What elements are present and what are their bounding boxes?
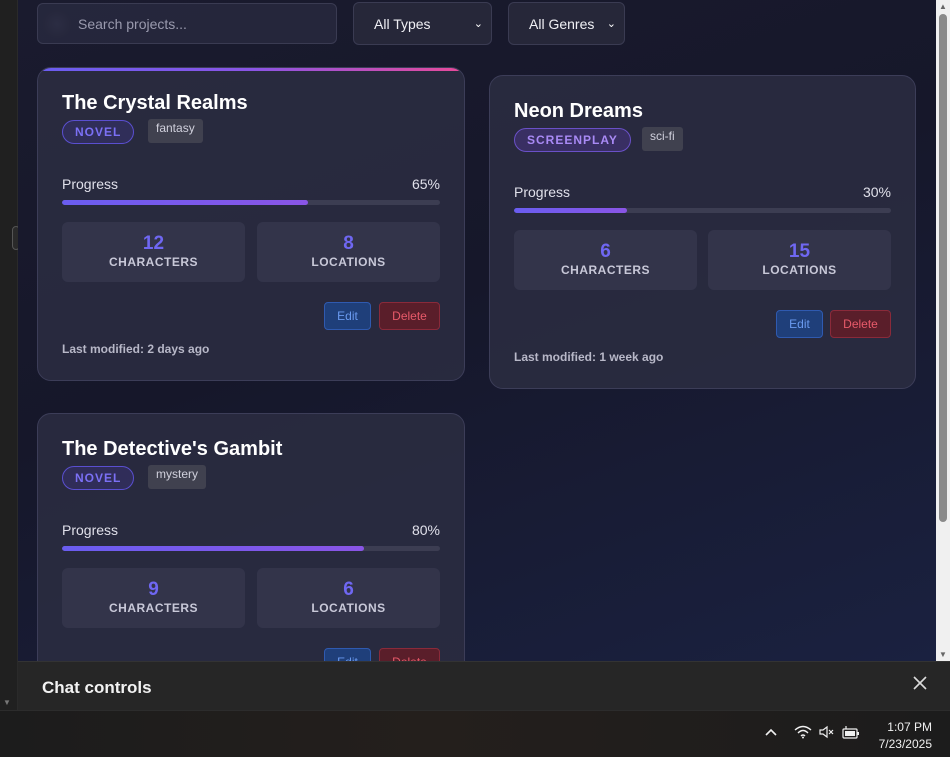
genre-filter-value: All Genres xyxy=(529,15,595,32)
progress-fill xyxy=(62,200,308,205)
characters-count: 12 xyxy=(142,233,165,254)
edit-button[interactable]: Edit xyxy=(324,648,371,661)
vertical-scrollbar[interactable]: ▲ ▼ xyxy=(936,0,950,661)
locations-count: 8 xyxy=(343,233,354,254)
progress-label: Progress xyxy=(514,184,571,200)
characters-stat: 12 CHARACTERS xyxy=(62,222,245,282)
clock-date[interactable]: 7/23/2025 xyxy=(879,737,932,751)
projects-viewport: All Types ⌄ All Genres ⌄ The Crystal Rea… xyxy=(18,0,936,661)
locations-count: 6 xyxy=(343,579,354,600)
locations-label: LOCATIONS xyxy=(311,601,386,615)
chevron-down-icon: ⌄ xyxy=(606,18,616,30)
left-rail: ▼ xyxy=(0,0,20,710)
project-title: The Detective's Gambit xyxy=(62,438,283,460)
chevron-down-icon: ⌄ xyxy=(473,18,483,30)
genre-tag: sci-fi xyxy=(642,127,683,151)
close-icon[interactable] xyxy=(912,674,928,697)
characters-count: 9 xyxy=(148,579,159,600)
project-title: Neon Dreams xyxy=(514,100,643,122)
scroll-down-arrow-icon[interactable]: ▼ xyxy=(939,650,947,659)
last-modified: Last modified: 1 week ago xyxy=(514,350,664,364)
locations-stat: 8 LOCATIONS xyxy=(257,222,440,282)
chat-controls-title: Chat controls xyxy=(42,678,152,697)
type-filter-select[interactable]: All Types ⌄ xyxy=(353,2,492,45)
edit-button[interactable]: Edit xyxy=(324,302,371,330)
progress-value: 65% xyxy=(411,176,440,192)
delete-button[interactable]: Delete xyxy=(379,648,440,661)
locations-count: 15 xyxy=(788,241,811,262)
progress-fill xyxy=(514,208,628,213)
type-filter-value: All Types xyxy=(374,15,431,32)
locations-stat: 6 LOCATIONS xyxy=(257,568,440,628)
scroll-up-arrow-icon[interactable]: ▲ xyxy=(939,2,947,11)
project-card[interactable]: The Crystal Realms NOVEL fantasy Progres… xyxy=(37,67,465,381)
genre-tag: mystery xyxy=(148,465,206,489)
scrollbar-thumb[interactable] xyxy=(939,14,947,522)
progress-bar xyxy=(62,200,440,205)
volume-muted-icon[interactable] xyxy=(818,725,836,744)
type-badge: SCREENPLAY xyxy=(514,128,631,152)
genre-filter-select[interactable]: All Genres ⌄ xyxy=(508,2,625,45)
progress-label: Progress xyxy=(62,176,119,192)
progress-bar xyxy=(62,546,440,551)
characters-label: CHARACTERS xyxy=(561,263,650,277)
progress-fill xyxy=(62,546,365,551)
progress-bar xyxy=(514,208,891,213)
genre-tag: fantasy xyxy=(148,119,203,143)
tray-chevron-up-icon[interactable] xyxy=(764,724,778,740)
chat-controls-bar: Chat controls xyxy=(18,661,950,710)
locations-stat: 15 LOCATIONS xyxy=(708,230,891,290)
wifi-icon[interactable] xyxy=(794,725,812,744)
delete-button[interactable]: Delete xyxy=(379,302,440,330)
project-card[interactable]: Neon Dreams SCREENPLAY sci-fi Progress 3… xyxy=(489,75,916,389)
progress-label: Progress xyxy=(62,522,119,538)
progress-value: 30% xyxy=(862,184,891,200)
project-card[interactable]: The Detective's Gambit NOVEL mystery Pro… xyxy=(37,413,465,661)
delete-button[interactable]: Delete xyxy=(830,310,891,338)
edit-button[interactable]: Edit xyxy=(776,310,823,338)
locations-label: LOCATIONS xyxy=(762,263,837,277)
project-title: The Crystal Realms xyxy=(62,92,248,114)
last-modified: Last modified: 2 days ago xyxy=(62,342,210,356)
characters-stat: 6 CHARACTERS xyxy=(514,230,697,290)
battery-icon[interactable] xyxy=(842,726,860,745)
characters-count: 6 xyxy=(600,241,611,262)
taskbar: 1:07 PM 7/23/2025 xyxy=(0,710,950,757)
type-badge: NOVEL xyxy=(62,120,135,144)
characters-label: CHARACTERS xyxy=(109,255,198,269)
characters-stat: 9 CHARACTERS xyxy=(62,568,245,628)
search-input[interactable] xyxy=(37,3,337,44)
type-badge: NOVEL xyxy=(62,466,135,490)
locations-label: LOCATIONS xyxy=(311,255,386,269)
rail-down-arrow-icon[interactable]: ▼ xyxy=(3,698,11,707)
card-accent-bar xyxy=(38,68,464,71)
characters-label: CHARACTERS xyxy=(109,601,198,615)
clock-time[interactable]: 1:07 PM xyxy=(887,720,932,734)
progress-value: 80% xyxy=(411,522,440,538)
